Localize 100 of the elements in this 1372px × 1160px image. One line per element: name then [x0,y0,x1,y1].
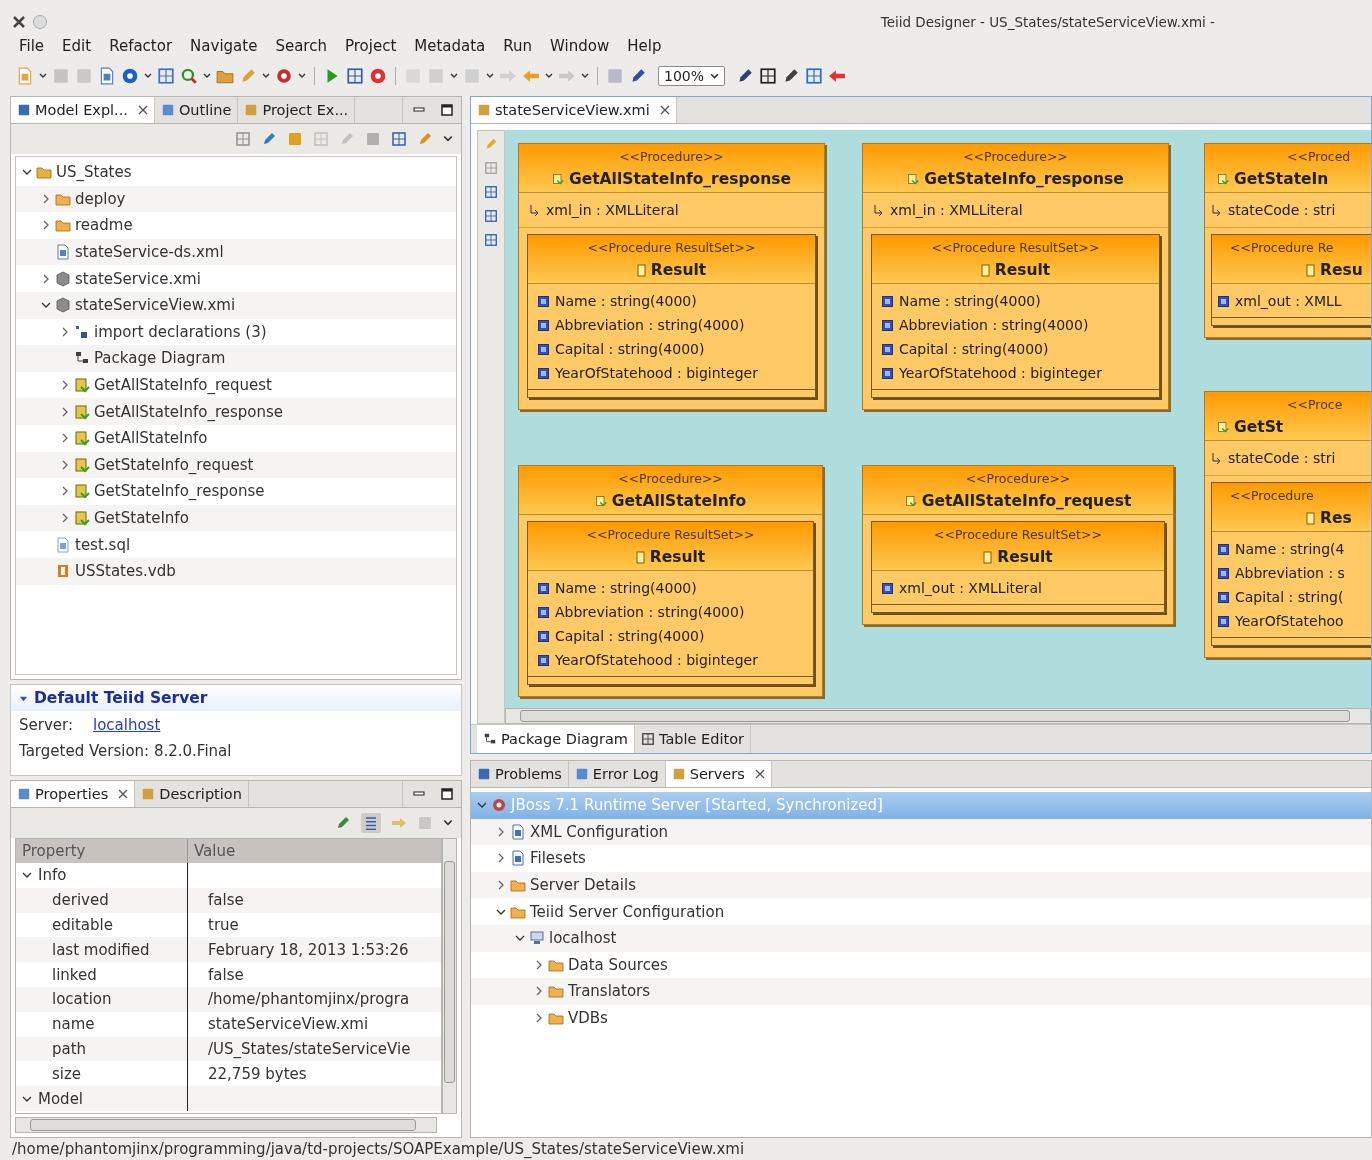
caret-icon[interactable] [710,71,720,81]
tree-item[interactable]: localhost [471,924,1371,952]
tree-item[interactable]: GetAllStateInfo_request [16,371,456,399]
chevron-icon[interactable] [41,220,51,231]
column-header[interactable]: Value [188,839,441,863]
tree-item[interactable]: GetAllStateInfo_response [16,398,456,425]
horizontal-scrollbar[interactable] [15,1117,437,1133]
close-icon[interactable] [659,105,670,115]
palette-tool-icon[interactable] [484,209,498,223]
chevron-icon[interactable] [60,326,70,337]
tree-item[interactable]: XML Configuration [471,818,1371,846]
caret-icon[interactable] [486,72,494,80]
menu-item[interactable]: Help [620,37,669,55]
tab[interactable]: Properties [11,781,136,807]
tab[interactable]: Error Log [568,761,666,787]
tree-item[interactable]: Teiid Server Configuration [471,898,1371,925]
scroll-thumb[interactable] [520,710,1350,722]
menu-item[interactable]: Metadata [407,37,493,55]
palette-tool-icon[interactable] [484,185,498,199]
tree-item[interactable]: GetAllStateInfo [16,424,456,452]
maximize-icon[interactable] [441,788,453,800]
toolbar-icon[interactable] [261,131,277,147]
zoom-dropdown[interactable]: 100% [658,66,726,86]
close-icon[interactable] [12,15,26,29]
tree-item[interactable]: import declarations (3) [16,318,456,346]
chevron-icon[interactable] [41,273,51,284]
document-icon[interactable] [98,67,116,85]
close-icon[interactable] [118,789,129,799]
caret-icon[interactable] [581,72,589,80]
tab[interactable]: Outline [154,97,239,123]
server-link[interactable]: localhost [93,716,161,734]
caret-icon[interactable] [144,72,152,80]
horizontal-scrollbar[interactable] [505,708,1371,724]
menu-item[interactable]: File [12,37,52,55]
chevron-icon[interactable] [534,1013,544,1024]
view-menu-icon[interactable] [443,134,453,144]
pencil-icon[interactable] [736,67,755,85]
caret-icon[interactable] [450,72,458,80]
chevron-icon[interactable] [534,959,544,970]
tab[interactable]: Model Expl... [11,97,155,123]
search-icon[interactable] [180,67,198,85]
tab[interactable]: stateServiceView.xmi [471,97,677,123]
tab-icon [483,732,497,746]
section-header[interactable]: Default Teiid Server [11,685,461,711]
tab[interactable]: Problems [471,761,569,787]
tree-item[interactable]: Filesets [471,845,1371,872]
menu-item[interactable]: Edit [55,37,99,55]
pencil-icon[interactable] [782,67,801,85]
close-icon[interactable] [137,105,148,115]
palette-tool-icon[interactable] [484,233,498,247]
grid-icon[interactable] [759,67,778,85]
tree-item[interactable]: Package Diagram [16,345,456,372]
tree-item[interactable]: stateService-ds.xml [16,238,456,266]
caret-icon[interactable] [203,72,211,80]
column-header[interactable]: Property [16,839,188,863]
tree-item[interactable]: stateService.xmi [16,265,456,292]
chevron-icon[interactable] [496,853,506,864]
menu-item[interactable]: Run [496,37,540,55]
caret-icon[interactable] [298,72,306,80]
menu-item[interactable]: Refactor [102,37,180,55]
tree-item[interactable]: stateServiceView.xmi [16,291,456,319]
menu-item[interactable]: Project [337,37,404,55]
tree-item[interactable]: test.sql [16,531,456,558]
tree-item[interactable]: Translators [471,978,1371,1005]
menu-item[interactable]: Search [268,37,334,55]
menu-item[interactable]: Window [543,37,617,55]
scroll-thumb[interactable] [444,861,455,1083]
pencil-icon[interactable] [629,67,647,85]
tree-item[interactable]: Server Details [471,871,1371,899]
chevron-icon[interactable] [60,433,70,444]
tree-item[interactable]: USStates.vdb [16,557,456,585]
group-cell[interactable]: Info [16,863,188,888]
caret-icon[interactable] [545,72,553,80]
chevron-icon[interactable] [60,486,70,497]
caret-icon[interactable] [39,72,47,80]
tab[interactable]: Project Ex... [238,97,356,123]
maximize-icon[interactable] [441,104,453,116]
column-icon [1218,567,1229,579]
menu-item[interactable]: Navigate [183,37,265,55]
tree-item[interactable]: GetStateInfo [16,504,456,532]
tab[interactable]: Servers [665,761,772,787]
view-menu-icon[interactable] [443,818,453,828]
tree-item[interactable]: deploy [16,185,456,213]
tree-item[interactable]: GetStateInfo_response [16,478,456,505]
tree-item[interactable]: readme [16,212,456,239]
tree-item[interactable]: Data Sources [471,951,1371,979]
toolbar-icon[interactable] [391,131,407,147]
caret-icon[interactable] [262,72,270,80]
tab[interactable]: Table Editor [634,725,751,753]
tree-item[interactable]: VDBs [471,1004,1371,1032]
tab[interactable]: Package Diagram [477,725,635,753]
tree-item[interactable]: GetStateInfo_request [16,451,456,479]
tree-item[interactable]: US_States [16,159,456,186]
vertical-scrollbar[interactable] [442,838,457,1114]
close-icon[interactable] [754,769,765,779]
tab[interactable]: Description [135,781,249,807]
scroll-thumb[interactable] [30,1119,416,1131]
list-icon[interactable] [361,813,381,833]
chevron-icon[interactable] [60,380,70,391]
stop-icon[interactable] [369,67,387,85]
